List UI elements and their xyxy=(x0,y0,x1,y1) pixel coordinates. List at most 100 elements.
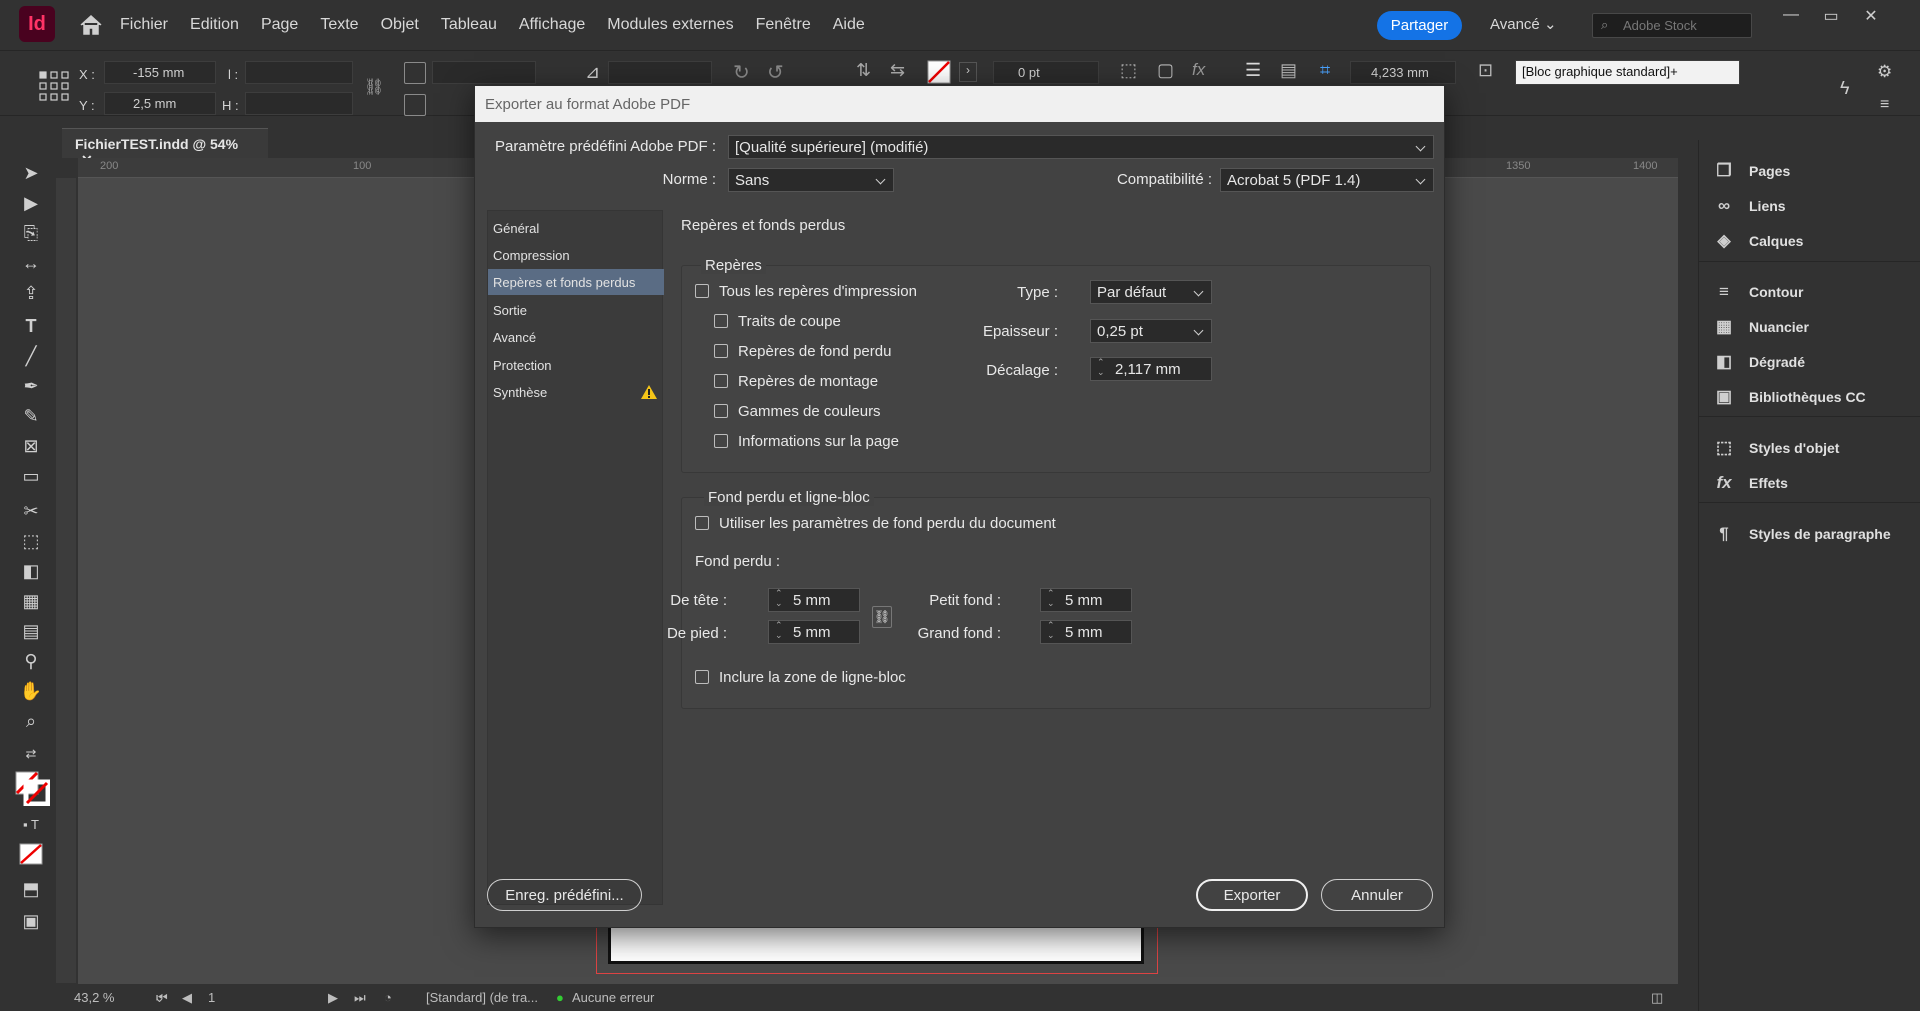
nav-advanced[interactable]: Avancé xyxy=(488,324,664,350)
share-button[interactable]: Partager xyxy=(1377,11,1462,40)
frame-fitting-icon[interactable]: ⬚ xyxy=(1120,60,1137,81)
rectangle-frame-tool-icon[interactable]: ⊠ xyxy=(18,435,44,457)
panel-paragraph-styles[interactable]: ¶ Styles de paragraphe xyxy=(1713,520,1890,548)
gap-field[interactable]: 4,233 mm xyxy=(1350,61,1456,84)
select-container-icon[interactable]: ⇆ xyxy=(890,60,905,81)
zoom-tool-icon[interactable]: ⌕ xyxy=(18,710,44,732)
line-tool-icon[interactable]: ╱ xyxy=(18,345,44,367)
fx-icon[interactable]: fx xyxy=(1192,60,1205,80)
bleed-bottom-field[interactable]: 5 mm xyxy=(768,620,860,644)
constrain-proportions-icon[interactable]: ⛓ xyxy=(364,77,384,97)
export-button[interactable]: Exporter xyxy=(1196,879,1308,911)
scale-x-field[interactable] xyxy=(432,61,536,84)
color-bars-checkbox[interactable]: Gammes de couleurs xyxy=(714,401,881,421)
page-number[interactable]: 1 xyxy=(208,990,308,1005)
preview-mode-icon[interactable]: ▣ xyxy=(18,910,44,932)
apply-none-icon[interactable] xyxy=(18,842,44,866)
use-doc-bleed-checkbox[interactable]: Utiliser les paramètres de fond perdu du… xyxy=(695,513,1056,533)
gap-tool-icon[interactable]: ↔ xyxy=(18,252,44,274)
pen-tool-icon[interactable]: ✒ xyxy=(18,375,44,397)
panel-stroke[interactable]: ≡ Contour xyxy=(1713,278,1803,306)
type-tool-icon[interactable]: T xyxy=(18,315,44,337)
screen-mode-icon[interactable]: ⬒ xyxy=(18,878,44,900)
home-icon[interactable] xyxy=(78,13,104,37)
swap-fill-stroke-icon[interactable]: ⇄ xyxy=(18,743,44,765)
close-icon[interactable]: ✕ xyxy=(1855,6,1887,26)
nav-output[interactable]: Sortie xyxy=(488,297,664,323)
menu-tableau[interactable]: Tableau xyxy=(441,16,497,34)
fill-stroke-icon[interactable] xyxy=(14,770,50,806)
panel-pages[interactable]: ❐ Pages xyxy=(1713,157,1790,185)
document-tab[interactable]: FichierTEST.indd @ 54% ✕ xyxy=(62,128,268,168)
bleed-inside-field[interactable]: 5 mm xyxy=(1040,588,1132,612)
bleed-outside-field[interactable]: 5 mm xyxy=(1040,620,1132,644)
preset-select[interactable]: [Qualité supérieure] (modifié) xyxy=(728,135,1434,159)
menu-page[interactable]: Page xyxy=(261,16,298,34)
nav-summary[interactable]: Synthèse xyxy=(488,379,664,405)
zoom-level[interactable]: 43,2 % xyxy=(74,990,114,1005)
nav-general[interactable]: Général xyxy=(488,215,664,241)
rotate-field[interactable] xyxy=(608,61,712,84)
gradient-feather-tool-icon[interactable]: ▦ xyxy=(18,590,44,612)
registration-marks-checkbox[interactable]: Repères de montage xyxy=(714,371,878,391)
menu-edition[interactable]: Edition xyxy=(190,16,239,34)
save-preset-button[interactable]: Enreg. prédéfini... xyxy=(487,879,642,911)
maximize-icon[interactable]: ▭ xyxy=(1815,6,1847,26)
eyedropper-tool-icon[interactable]: ⚲ xyxy=(18,650,44,672)
panel-layers[interactable]: ◈ Calques xyxy=(1713,227,1803,255)
panel-effects[interactable]: fx Effets xyxy=(1713,469,1787,497)
content-collector-icon[interactable]: ⇪ xyxy=(18,282,44,304)
auto-fit-icon[interactable]: ⌗ xyxy=(1320,60,1330,81)
panel-links[interactable]: ∞ Liens xyxy=(1713,192,1786,220)
menu-fenetre[interactable]: Fenêtre xyxy=(756,16,811,34)
scale-x-icon[interactable] xyxy=(404,62,426,84)
cancel-button[interactable]: Annuler xyxy=(1321,879,1433,911)
include-slug-checkbox[interactable]: Inclure la zone de ligne-bloc xyxy=(695,667,906,687)
rotate-ccw-icon[interactable]: ↺ xyxy=(767,60,784,85)
corner-options-icon[interactable]: ▢ xyxy=(1157,60,1174,81)
menu-fichier[interactable]: Fichier xyxy=(120,16,168,34)
bleed-marks-checkbox[interactable]: Repères de fond perdu xyxy=(714,341,891,361)
mark-type-select[interactable]: Par défaut xyxy=(1090,280,1212,304)
page-tool-icon[interactable]: ⎘ xyxy=(18,222,44,244)
reference-point-icon[interactable] xyxy=(38,70,70,102)
vertical-ruler[interactable] xyxy=(56,178,76,983)
menu-aide[interactable]: Aide xyxy=(833,16,865,34)
nav-security[interactable]: Protection xyxy=(488,352,664,378)
settings-gear-icon[interactable]: ⚙ xyxy=(1877,62,1892,82)
panel-cc-libraries[interactable]: ▣ Bibliothèques CC xyxy=(1713,383,1866,411)
adobe-stock-search[interactable]: ⌕ Adobe Stock xyxy=(1592,13,1752,38)
chevron-right-icon[interactable]: › xyxy=(959,62,977,82)
menu-texte[interactable]: Texte xyxy=(320,16,358,34)
nav-compression[interactable]: Compression xyxy=(488,242,664,268)
free-transform-tool-icon[interactable]: ⬚ xyxy=(18,530,44,552)
mark-offset-field[interactable]: 2,117 mm xyxy=(1090,357,1212,381)
object-style-select[interactable]: [Bloc graphique standard]+ xyxy=(1515,60,1740,85)
preflight-status[interactable]: Aucune erreur xyxy=(572,990,654,1005)
nav-marks-bleeds[interactable]: Repères et fonds perdus xyxy=(488,269,664,295)
prev-page-icon[interactable]: ◀ xyxy=(182,990,192,1006)
flip-icon[interactable]: ⇅ xyxy=(856,60,871,81)
menu-affichage[interactable]: Affichage xyxy=(519,16,585,34)
menu-modules-externes[interactable]: Modules externes xyxy=(607,16,733,34)
rectangle-tool-icon[interactable]: ▭ xyxy=(18,465,44,487)
hand-tool-icon[interactable]: ✋ xyxy=(18,680,44,702)
compat-select[interactable]: Acrobat 5 (PDF 1.4) xyxy=(1220,168,1434,192)
rotate-icon[interactable]: ⊿ xyxy=(585,62,600,83)
panel-swatches[interactable]: ▦ Nuancier xyxy=(1713,313,1809,341)
link-chain-icon[interactable]: ⛓ xyxy=(872,606,892,628)
formatting-affects-text-icon[interactable]: ▪ T xyxy=(18,814,44,836)
direct-selection-tool-icon[interactable]: ▶ xyxy=(18,192,44,214)
menu-objet[interactable]: Objet xyxy=(381,16,419,34)
preflight-profile[interactable]: [Standard] (de tra... xyxy=(426,990,538,1005)
standard-select[interactable]: Sans xyxy=(728,168,894,192)
mark-weight-select[interactable]: 0,25 pt xyxy=(1090,319,1212,343)
next-page-icon[interactable]: ▶ xyxy=(328,990,338,1006)
crop-marks-checkbox[interactable]: Traits de coupe xyxy=(714,311,841,331)
pencil-tool-icon[interactable]: ✎ xyxy=(18,405,44,427)
fill-none-icon[interactable] xyxy=(927,60,951,84)
panel-object-styles[interactable]: ⬚ Styles d'objet xyxy=(1713,434,1840,462)
y-field[interactable]: 2,5 mm xyxy=(104,92,216,115)
page-info-checkbox[interactable]: Informations sur la page xyxy=(714,431,899,451)
split-view-icon[interactable]: ◫ xyxy=(1651,990,1663,1006)
